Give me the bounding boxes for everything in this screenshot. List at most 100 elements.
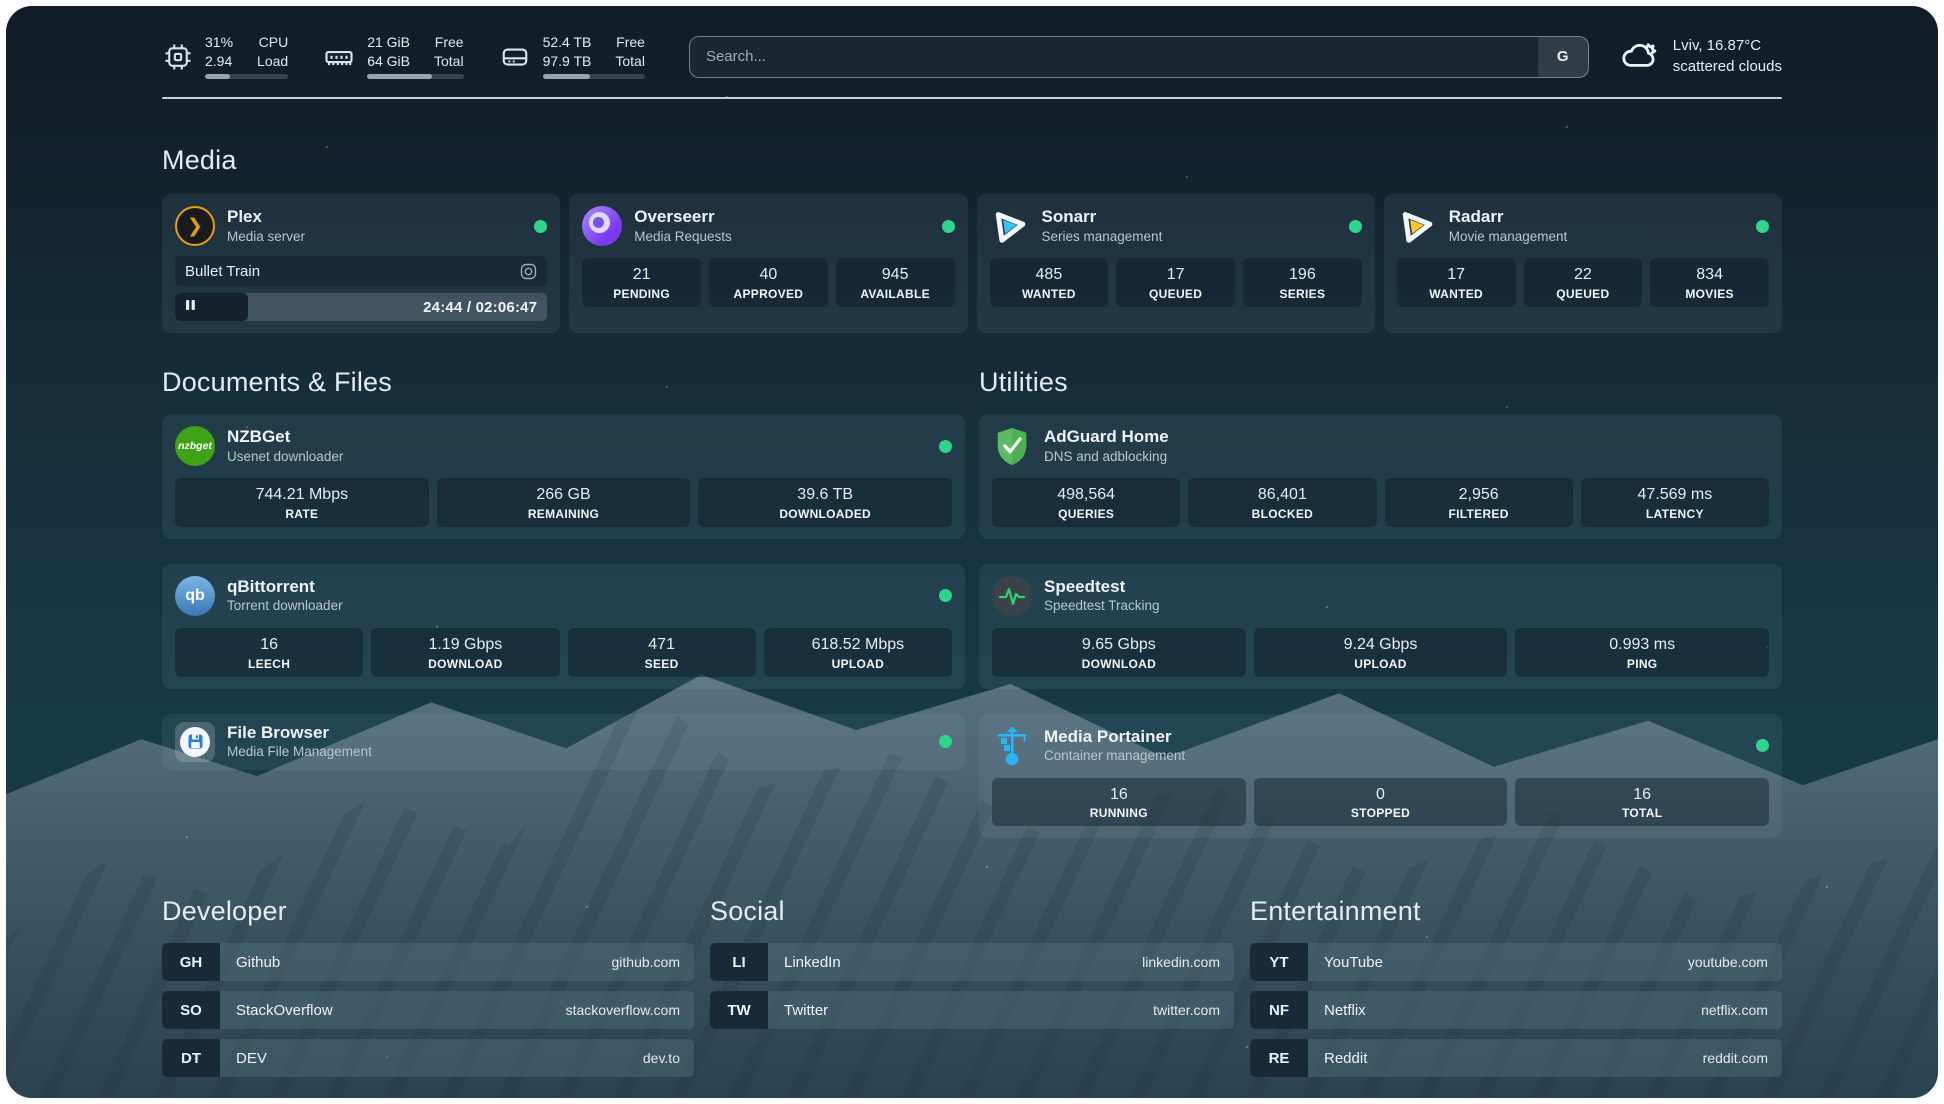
memory-labels: Free Total — [434, 34, 464, 70]
bookmark-group-social: Social LI LinkedIn linkedin.com TW Twitt… — [710, 896, 1234, 1077]
service-card-portainer[interactable]: Media Portainer Container management 16 … — [979, 714, 1782, 839]
disk-total: 97.9 TB — [543, 53, 592, 71]
bookmark-name: Twitter — [768, 991, 828, 1029]
cpu-usage: 31% — [205, 34, 233, 52]
service-title-portainer: Media Portainer — [1044, 727, 1185, 747]
bookmark-reddit[interactable]: RE Reddit reddit.com — [1250, 1039, 1782, 1077]
disk-labels: Free Total — [615, 34, 645, 70]
stat-value: 16 — [177, 635, 361, 656]
stat-block: 16 RUNNING — [992, 778, 1246, 827]
stat-label: BLOCKED — [1190, 507, 1374, 521]
bookmark-abbr: LI — [710, 943, 768, 981]
service-card-qbittorrent[interactable]: qb qBittorrent Torrent downloader 16 LEE… — [162, 564, 965, 689]
section-documents: Documents & Files nzbget NZBGet Usenet d… — [162, 367, 965, 838]
bookmark-stackoverflow[interactable]: SO StackOverflow stackoverflow.com — [162, 991, 694, 1029]
stat-value: 945 — [838, 265, 953, 286]
service-card-filebrowser[interactable]: File Browser Media File Management — [162, 714, 965, 770]
stat-label: LATENCY — [1583, 507, 1767, 521]
stat-value: 9.24 Gbps — [1256, 635, 1506, 656]
stat-block: 47.569 ms LATENCY — [1581, 478, 1769, 527]
service-desc-speedtest: Speedtest Tracking — [1044, 598, 1160, 614]
disk-progress-fill — [543, 74, 590, 79]
stat-label: QUEUED — [1526, 287, 1641, 301]
status-dot-online — [1756, 220, 1769, 233]
service-card-radarr[interactable]: Radarr Movie management 17 WANTED 22 QUE… — [1384, 194, 1782, 333]
disk-label-1: Free — [615, 34, 645, 52]
stat-value: 834 — [1652, 265, 1767, 286]
memory-label-2: Total — [434, 53, 464, 71]
cloud-icon — [1619, 36, 1661, 77]
stat-label: RATE — [177, 507, 427, 521]
stat-value: 0.993 ms — [1517, 635, 1767, 656]
stat-block: 498,564 QUERIES — [992, 478, 1180, 527]
stat-block: 40 APPROVED — [709, 258, 828, 307]
stat-value: 39.6 TB — [700, 485, 950, 506]
service-title-radarr: Radarr — [1449, 207, 1568, 227]
overseerr-logo-icon — [582, 206, 622, 246]
playback-progress-fill — [175, 293, 248, 321]
bookmark-group-entertainment: Entertainment YT YouTube youtube.com NF … — [1250, 896, 1782, 1077]
service-desc-filebrowser: Media File Management — [227, 744, 372, 760]
top-bar: 31% 2.94 CPU Load — [162, 34, 1782, 79]
stat-value: 618.52 Mbps — [766, 635, 950, 656]
stat-value: 196 — [1245, 265, 1360, 286]
status-dot-online — [534, 220, 547, 233]
bookmark-github[interactable]: GH Github github.com — [162, 943, 694, 981]
search-bar: G — [689, 36, 1589, 78]
bookmark-abbr: GH — [162, 943, 220, 981]
portainer-logo-icon — [992, 726, 1032, 766]
cpu-widget: 31% 2.94 CPU Load — [162, 34, 288, 79]
topbar-divider — [162, 97, 1782, 99]
bookmark-twitter[interactable]: TW Twitter twitter.com — [710, 991, 1234, 1029]
search-input[interactable] — [690, 37, 1538, 77]
stat-value: 2,956 — [1387, 485, 1571, 506]
stat-label: UPLOAD — [766, 657, 950, 671]
service-card-plex[interactable]: ❯ Plex Media server Bullet Train — [162, 194, 560, 333]
bookmark-abbr: DT — [162, 1039, 220, 1077]
qbittorrent-logo-icon: qb — [175, 576, 215, 616]
cpu-progress-fill — [205, 74, 230, 79]
bookmark-url: github.com — [612, 943, 694, 981]
cpu-label-1: CPU — [257, 34, 288, 52]
stat-block: 196 SERIES — [1243, 258, 1362, 307]
bookmark-abbr: TW — [710, 991, 768, 1029]
disk-icon — [498, 41, 532, 73]
bookmark-name: LinkedIn — [768, 943, 841, 981]
disk-widget: 52.4 TB 97.9 TB Free Total — [498, 34, 645, 79]
bookmark-dev[interactable]: DT DEV dev.to — [162, 1039, 694, 1077]
status-dot-online — [1349, 220, 1362, 233]
service-card-nzbget[interactable]: nzbget NZBGet Usenet downloader 744.21 M… — [162, 414, 965, 539]
service-card-speedtest[interactable]: Speedtest Speedtest Tracking 9.65 Gbps D… — [979, 564, 1782, 689]
sonarr-logo-icon — [990, 206, 1030, 246]
bookmark-abbr: RE — [1250, 1039, 1308, 1077]
bookmark-name: Netflix — [1308, 991, 1366, 1029]
weather-location-temp: Lviv, 16.87°C — [1673, 37, 1782, 56]
stat-label: WANTED — [992, 287, 1107, 301]
stat-label: UPLOAD — [1256, 657, 1506, 671]
stat-value: 16 — [994, 785, 1244, 806]
stat-label: MOVIES — [1652, 287, 1767, 301]
stat-value: 9.65 Gbps — [994, 635, 1244, 656]
service-desc-qbittorrent: Torrent downloader — [227, 598, 343, 614]
stat-block: 1.19 Gbps DOWNLOAD — [371, 628, 559, 677]
service-title-adguard: AdGuard Home — [1044, 427, 1169, 447]
search-provider-button[interactable]: G — [1538, 37, 1588, 77]
playback-progress-track[interactable]: 24:44 / 02:06:47 — [175, 293, 547, 321]
bookmark-name: YouTube — [1308, 943, 1383, 981]
stat-block: 471 SEED — [568, 628, 756, 677]
nzbget-logo-icon: nzbget — [175, 426, 215, 466]
section-title-media: Media — [162, 145, 1782, 176]
memory-label-1: Free — [434, 34, 464, 52]
stat-block: 266 GB REMAINING — [437, 478, 691, 527]
service-card-overseerr[interactable]: Overseerr Media Requests 21 PENDING 40 A… — [569, 194, 967, 333]
memory-total: 64 GiB — [367, 53, 410, 71]
bookmark-netflix[interactable]: NF Netflix netflix.com — [1250, 991, 1782, 1029]
bookmark-youtube[interactable]: YT YouTube youtube.com — [1250, 943, 1782, 981]
bookmark-linkedin[interactable]: LI LinkedIn linkedin.com — [710, 943, 1234, 981]
bookmark-url: reddit.com — [1703, 1039, 1782, 1077]
stat-block: 39.6 TB DOWNLOADED — [698, 478, 952, 527]
service-card-adguard[interactable]: AdGuard Home DNS and adblocking 498,564 … — [979, 414, 1782, 539]
service-card-sonarr[interactable]: Sonarr Series management 485 WANTED 17 Q… — [977, 194, 1375, 333]
stat-label: DOWNLOAD — [373, 657, 557, 671]
stat-value: 471 — [570, 635, 754, 656]
